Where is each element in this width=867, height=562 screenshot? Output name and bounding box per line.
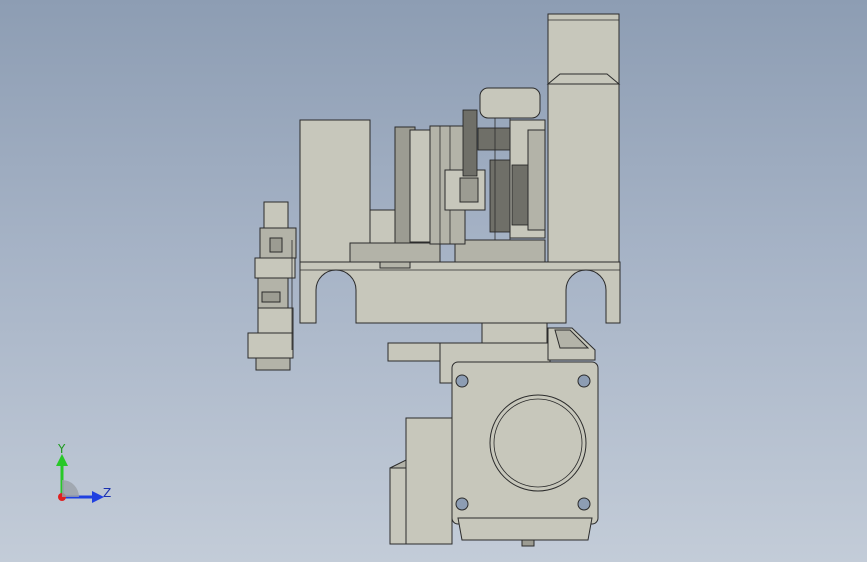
- gear-train: [462, 87, 546, 240]
- connector-board: [247, 201, 297, 371]
- cad-viewport[interactable]: Y Z: [0, 0, 867, 562]
- y-axis-label: Y: [58, 442, 66, 456]
- side-mount-block: [389, 417, 453, 545]
- cad-model[interactable]: [0, 0, 867, 562]
- upper-right-column: [546, 13, 621, 265]
- z-axis-label: Z: [103, 486, 112, 500]
- lower-motor-housing: [451, 361, 599, 547]
- orientation-triad[interactable]: Y Z: [44, 440, 124, 510]
- triad-graphic: [56, 454, 104, 503]
